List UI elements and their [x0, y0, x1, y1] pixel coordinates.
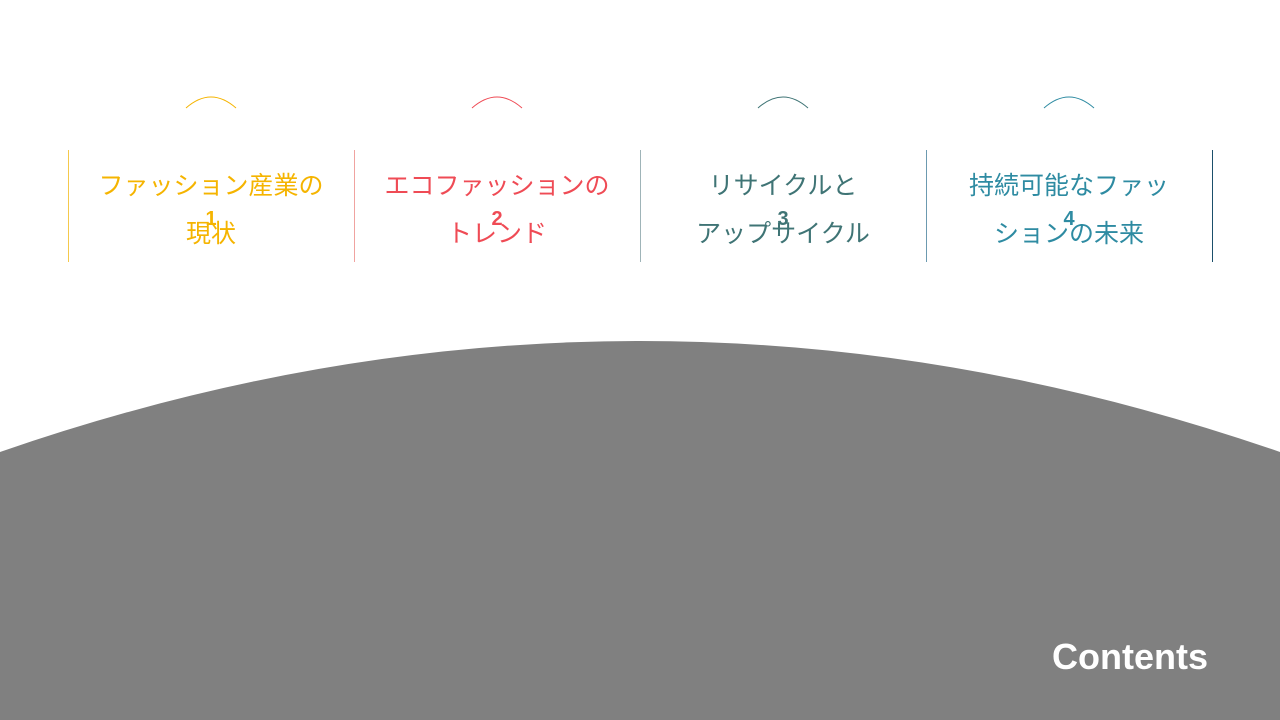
item-arc-decoration: [1043, 96, 1095, 109]
item-title-line1: リサイクルと: [708, 171, 858, 200]
item-divider: [68, 150, 69, 262]
item-title: ファッション産業の 現状: [74, 162, 348, 258]
item-title-line2: トレンド: [446, 219, 547, 248]
item-title-line1: 持続可能なファッ: [968, 171, 1169, 200]
item-title-line1: ファッション産業の: [98, 171, 324, 200]
item-title: リサイクルと アップサイクル: [646, 162, 920, 258]
contents-label: Contents: [1052, 636, 1208, 677]
item-arc-decoration: [757, 96, 809, 109]
item-title-line2: アップサイクル: [696, 219, 870, 248]
item-divider: [640, 150, 641, 262]
agenda-item-1: 1 ファッション産業の 現状: [68, 90, 354, 265]
item-title: エコファッションの トレンド: [360, 162, 634, 258]
item-divider: [926, 150, 927, 262]
item-arc-decoration: [471, 96, 523, 109]
item-title-line2: ションの未来: [993, 219, 1144, 248]
end-divider: [1212, 150, 1213, 262]
slide: 1 ファッション産業の 現状 2 エコファッションの トレンド 3 リサイクルと…: [0, 0, 1280, 720]
item-arc-decoration: [185, 96, 237, 109]
item-divider: [354, 150, 355, 262]
item-title: 持続可能なファッ ションの未来: [932, 162, 1206, 258]
item-title-line2: 現状: [185, 219, 236, 248]
item-title-line1: エコファッションの: [384, 171, 610, 200]
agenda-item-3: 3 リサイクルと アップサイクル: [640, 90, 926, 265]
agenda-item-4: 4 持続可能なファッ ションの未来: [926, 90, 1212, 265]
agenda-item-2: 2 エコファッションの トレンド: [354, 90, 640, 265]
